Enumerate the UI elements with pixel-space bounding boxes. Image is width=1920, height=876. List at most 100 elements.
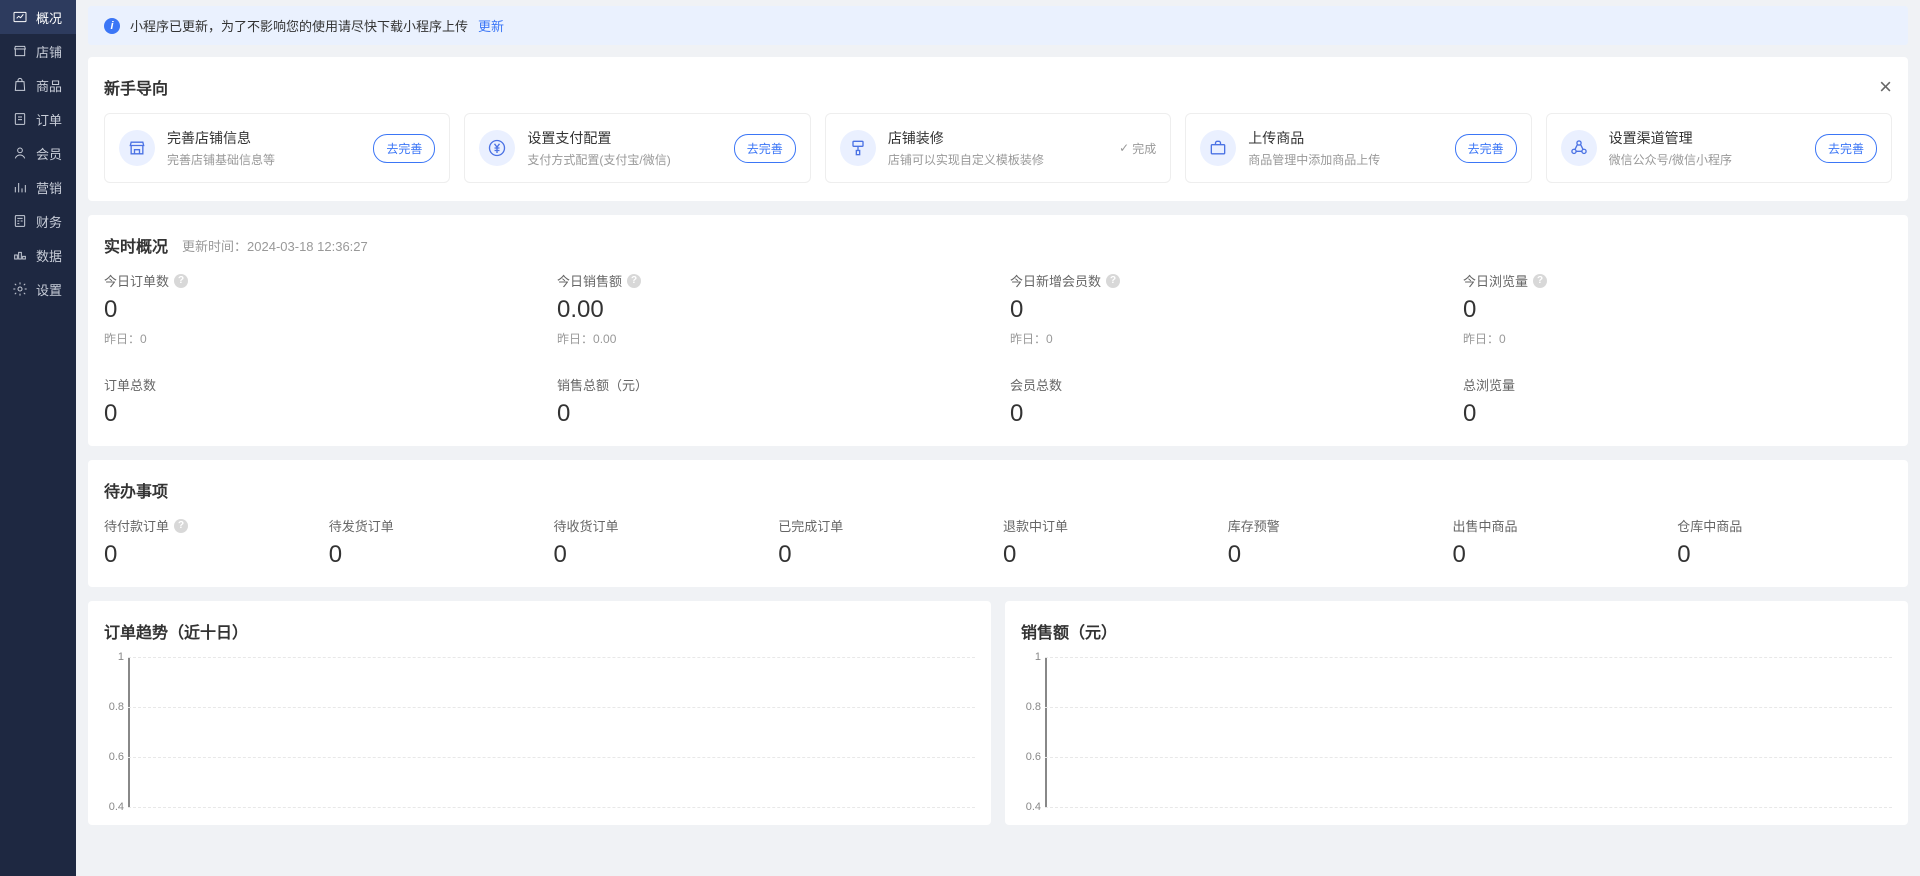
chart-plot-area: 1 0.8 0.6 0.4 xyxy=(128,657,975,807)
channel-icon xyxy=(1561,130,1597,166)
close-icon[interactable]: × xyxy=(1879,76,1892,98)
sidebar-item-label: 会员 xyxy=(36,144,62,163)
guide-desc: 店铺可以实现自定义模板装修 xyxy=(888,151,1107,168)
todo-stock-warning: 库存预警 0 xyxy=(1228,516,1443,569)
stat-prev: 昨日：0.00 xyxy=(557,330,986,347)
chart-plot-area: 1 0.8 0.6 0.4 xyxy=(1045,657,1892,807)
sidebar: 概况 店铺 商品 订单 会员 营销 财务 数据 xyxy=(0,0,76,876)
stat-value: 0 xyxy=(104,296,533,324)
guide-title: 新手导向 xyxy=(104,75,168,99)
guide-title: 店铺装修 xyxy=(888,128,1107,148)
order-icon xyxy=(12,111,28,127)
update-alert: i 小程序已更新，为了不影响您的使用请尽快下载小程序上传更新 xyxy=(88,6,1908,45)
guide-desc: 完善店铺基础信息等 xyxy=(167,151,361,168)
stat-value: 0 xyxy=(557,400,986,428)
sidebar-item-label: 订单 xyxy=(36,110,62,129)
bars-icon xyxy=(12,179,28,195)
sidebar-item-data[interactable]: 数据 xyxy=(0,238,76,272)
sidebar-item-overview[interactable]: 概况 xyxy=(0,0,76,34)
todo-refund: 退款中订单 0 xyxy=(1003,516,1218,569)
stat-value: 0.00 xyxy=(557,296,986,324)
shop-icon xyxy=(119,130,155,166)
sales-chart: 销售额（元） 1 0.8 0.6 0.4 xyxy=(1005,601,1908,825)
realtime-today-grid: 今日订单数? 0 昨日：0 今日销售额? 0.00 昨日：0.00 今日新增会员… xyxy=(104,271,1892,428)
stat-today-orders: 今日订单数? 0 昨日：0 xyxy=(104,271,533,347)
stat-value: 0 xyxy=(1463,296,1892,324)
guide-card-payment: 设置支付配置 支付方式配置(支付宝/微信) 去完善 xyxy=(464,113,810,183)
guide-desc: 微信公众号/微信小程序 xyxy=(1609,151,1803,168)
todo-panel: 待办事项 待付款订单? 0 待发货订单 0 待收货订单 0 已完成订单 0 xyxy=(88,460,1908,587)
sidebar-item-label: 概况 xyxy=(36,8,62,27)
alert-text: 小程序已更新，为了不影响您的使用请尽快下载小程序上传 xyxy=(130,16,468,35)
chart-title: 订单趋势（近十日） xyxy=(104,619,248,643)
sidebar-item-label: 设置 xyxy=(36,280,62,299)
todo-grid: 待付款订单? 0 待发货订单 0 待收货订单 0 已完成订单 0 退款中订单 xyxy=(104,516,1892,569)
sidebar-item-label: 商品 xyxy=(36,76,62,95)
calc-icon xyxy=(12,213,28,229)
stat-value: 0 xyxy=(1463,400,1892,428)
guide-desc: 支付方式配置(支付宝/微信) xyxy=(527,151,721,168)
stat-today-views: 今日浏览量? 0 昨日：0 xyxy=(1463,271,1892,347)
info-icon: i xyxy=(104,18,120,34)
stat-value: 0 xyxy=(1010,296,1439,324)
stat-value: 0 xyxy=(104,400,533,428)
guide-card-upload-goods: 上传商品 商品管理中添加商品上传 去完善 xyxy=(1185,113,1531,183)
todo-pending-receive: 待收货订单 0 xyxy=(554,516,769,569)
help-icon[interactable]: ? xyxy=(627,274,641,288)
todo-on-sale: 出售中商品 0 xyxy=(1453,516,1668,569)
stat-prev: 昨日：0 xyxy=(1010,330,1439,347)
data-icon xyxy=(12,247,28,263)
guide-title: 完善店铺信息 xyxy=(167,128,361,148)
stat-total-orders: 订单总数 0 xyxy=(104,375,533,428)
sidebar-item-label: 营销 xyxy=(36,178,62,197)
help-icon[interactable]: ? xyxy=(1106,274,1120,288)
sidebar-item-goods[interactable]: 商品 xyxy=(0,68,76,102)
todo-pending-ship: 待发货订单 0 xyxy=(329,516,544,569)
realtime-updated: 更新时间：2024-03-18 12:36:27 xyxy=(182,236,368,255)
sidebar-item-finance[interactable]: 财务 xyxy=(0,204,76,238)
sidebar-item-label: 店铺 xyxy=(36,42,62,61)
main-content: i 小程序已更新，为了不影响您的使用请尽快下载小程序上传更新 新手导向 × 完善… xyxy=(76,0,1920,876)
gear-icon xyxy=(12,281,28,297)
guide-title: 上传商品 xyxy=(1248,128,1442,148)
guide-action-button[interactable]: 去完善 xyxy=(734,134,796,163)
chart-title: 销售额（元） xyxy=(1021,619,1117,643)
stat-total-views: 总浏览量 0 xyxy=(1463,375,1892,428)
guide-card-decorate: 店铺装修 店铺可以实现自定义模板装修 ✓完成 xyxy=(825,113,1171,183)
trend-icon xyxy=(12,9,28,25)
guide-action-button[interactable]: 去完善 xyxy=(1455,134,1517,163)
stat-total-members: 会员总数 0 xyxy=(1010,375,1439,428)
paint-icon xyxy=(840,130,876,166)
sidebar-item-settings[interactable]: 设置 xyxy=(0,272,76,306)
todo-in-warehouse: 仓库中商品 0 xyxy=(1677,516,1892,569)
guide-action-button[interactable]: 去完善 xyxy=(373,134,435,163)
stat-today-members: 今日新增会员数? 0 昨日：0 xyxy=(1010,271,1439,347)
bag-icon xyxy=(12,77,28,93)
store-icon xyxy=(12,43,28,59)
stat-prev: 昨日：0 xyxy=(1463,330,1892,347)
stat-total-sales: 销售总额（元） 0 xyxy=(557,375,986,428)
todo-pending-pay: 待付款订单? 0 xyxy=(104,516,319,569)
guide-card-shop-info: 完善店铺信息 完善店铺基础信息等 去完善 xyxy=(104,113,450,183)
charts-row: 订单趋势（近十日） 1 0.8 0.6 0.4 销售额（元） xyxy=(88,601,1908,825)
stat-today-sales: 今日销售额? 0.00 昨日：0.00 xyxy=(557,271,986,347)
guide-action-button[interactable]: 去完善 xyxy=(1815,134,1877,163)
check-icon: ✓ xyxy=(1119,141,1129,155)
sidebar-item-orders[interactable]: 订单 xyxy=(0,102,76,136)
guide-card-channel: 设置渠道管理 微信公众号/微信小程序 去完善 xyxy=(1546,113,1892,183)
todo-title: 待办事项 xyxy=(104,478,168,502)
help-icon[interactable]: ? xyxy=(174,274,188,288)
yen-icon xyxy=(479,130,515,166)
alert-link[interactable]: 更新 xyxy=(478,16,504,35)
stat-value: 0 xyxy=(1010,400,1439,428)
guide-title: 设置支付配置 xyxy=(527,128,721,148)
user-icon xyxy=(12,145,28,161)
help-icon[interactable]: ? xyxy=(1533,274,1547,288)
sidebar-item-shop[interactable]: 店铺 xyxy=(0,34,76,68)
guide-desc: 商品管理中添加商品上传 xyxy=(1248,151,1442,168)
sidebar-item-marketing[interactable]: 营销 xyxy=(0,170,76,204)
stat-prev: 昨日：0 xyxy=(104,330,533,347)
help-icon[interactable]: ? xyxy=(174,519,188,533)
order-trend-chart: 订单趋势（近十日） 1 0.8 0.6 0.4 xyxy=(88,601,991,825)
sidebar-item-members[interactable]: 会员 xyxy=(0,136,76,170)
